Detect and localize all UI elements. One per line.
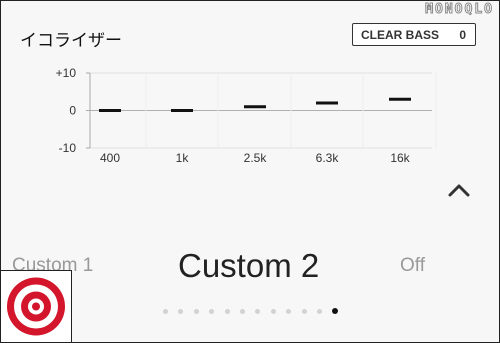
page-dot[interactable] <box>240 309 245 314</box>
clear-bass-label: CLEAR BASS <box>361 28 440 42</box>
watermark: MONOQLO <box>425 2 494 18</box>
eq-band-marker <box>389 97 411 101</box>
eq-band-marker <box>316 101 338 105</box>
clear-bass-button[interactable]: CLEAR BASS 0 <box>352 23 476 46</box>
x-tick-label: 2.5k <box>244 151 268 165</box>
preset-current: Custom 2 <box>178 247 320 284</box>
screen-frame <box>0 0 500 343</box>
equalizer-chart[interactable]: +10 0 -10 400 1k 2.5k 6.3k 16k <box>0 60 500 170</box>
y-tick-label: 0 <box>69 104 76 118</box>
eq-band-marker <box>99 109 121 112</box>
page-dot[interactable] <box>163 309 168 314</box>
preset-next[interactable]: Off <box>400 255 425 277</box>
chevron-up-icon[interactable] <box>447 182 471 198</box>
clear-bass-value: 0 <box>459 28 466 42</box>
page-dot[interactable] <box>224 309 230 314</box>
page-title: イコライザー <box>20 31 122 51</box>
x-tick-label: 6.3k <box>316 151 340 165</box>
page-dot[interactable] <box>270 309 276 314</box>
page-dot[interactable] <box>317 309 322 314</box>
x-tick-label: 1k <box>176 151 190 165</box>
target-logo <box>0 270 72 343</box>
eq-band-marker <box>171 109 193 112</box>
y-tick-label: +10 <box>56 66 77 80</box>
page-dot[interactable] <box>301 309 307 314</box>
x-tick-label: 400 <box>100 151 120 165</box>
page-dot[interactable] <box>193 309 199 314</box>
x-tick-label: 16k <box>390 151 410 165</box>
y-tick-label: -10 <box>59 141 77 155</box>
eq-band-marker <box>244 105 266 109</box>
